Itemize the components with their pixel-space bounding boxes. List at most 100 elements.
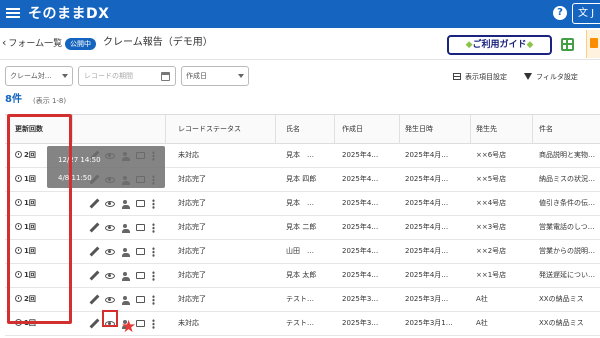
filter-icon — [524, 73, 532, 80]
cell-subject: 値引き条件の伝… — [539, 199, 595, 207]
assignee-icon[interactable] — [122, 296, 131, 305]
cell-status: 対応完了 — [178, 295, 206, 303]
guide-button[interactable]: ◆ご利用ガイド◆ — [447, 35, 552, 55]
category-select-value: クレーム対… — [10, 72, 52, 80]
column-divider — [165, 115, 166, 144]
table-row[interactable]: 2回 対応完了 テスト… 2025年3… 2025年3月… A社 XXの納品ミス — [5, 288, 600, 312]
col-created[interactable]: 作成日 — [342, 115, 363, 144]
help-icon[interactable]: ? — [553, 6, 567, 20]
view-icon[interactable] — [105, 273, 115, 279]
edit-icon[interactable] — [89, 223, 98, 232]
more-options-icon[interactable] — [152, 223, 155, 233]
more-options-icon[interactable] — [152, 247, 155, 257]
column-divider — [72, 115, 73, 144]
assignee-icon[interactable] — [122, 224, 131, 233]
table-row[interactable]: 1回 対応完了 見本 太郎 2025年4… 2025年4月… ××1号店 発送遅延につい… — [5, 264, 600, 288]
spreadsheet-icon[interactable] — [561, 38, 574, 51]
comment-icon[interactable] — [136, 296, 145, 303]
view-icon[interactable] — [105, 201, 115, 207]
cell-status: 対応完了 — [178, 199, 206, 207]
shield-icon: ◆ — [526, 40, 534, 50]
display-settings-button[interactable]: 表示項目設定 — [453, 72, 507, 82]
view-icon[interactable] — [105, 225, 115, 231]
col-subject[interactable]: 件名 — [539, 115, 553, 144]
edit-icon[interactable] — [89, 271, 98, 280]
app-bar: そのままDX ? 文 J — [0, 0, 600, 28]
record-count: 8件 — [5, 94, 22, 105]
back-link[interactable]: ‹ フォーム一覧 — [2, 37, 62, 50]
edit-icon[interactable] — [89, 199, 98, 208]
assignee-icon[interactable] — [122, 248, 131, 257]
cell-name: 見本 四郎 — [286, 175, 317, 183]
cell-status: 対応完了 — [178, 223, 206, 231]
assignee-icon[interactable] — [122, 200, 131, 209]
app-logo[interactable]: そのままDX — [28, 4, 109, 24]
comment-icon[interactable] — [136, 320, 145, 327]
cell-name: テスト… — [286, 319, 314, 327]
more-options-icon[interactable] — [152, 199, 155, 209]
guide-label: ご利用ガイド — [472, 40, 527, 50]
more-options-icon[interactable] — [152, 295, 155, 305]
filter-settings-button[interactable]: フィルタ設定 — [524, 72, 578, 82]
table-icon — [453, 73, 461, 80]
cell-subject: XXの納品ミス — [539, 295, 584, 303]
sort-select-value: 作成日 — [186, 72, 207, 80]
comment-icon[interactable] — [136, 200, 145, 207]
cell-location: ××2号店 — [476, 247, 507, 255]
cell-occurred: 2025年4月… — [405, 151, 449, 159]
star-marker: ★ — [121, 317, 137, 337]
cell-subject: 営業電話のしつ… — [539, 223, 595, 231]
edit-icon[interactable] — [89, 247, 98, 256]
cell-created: 2025年4… — [342, 247, 379, 255]
column-divider — [334, 115, 335, 144]
comment-icon[interactable] — [136, 272, 145, 279]
col-record-status[interactable]: レコードステータス — [178, 115, 241, 144]
category-select[interactable]: クレーム対… — [5, 66, 73, 86]
table-row[interactable]: 1回 対応完了 山田 … 2025年4… 2025年4月… ××2号店 営業からの説明… — [5, 240, 600, 264]
assignee-icon[interactable] — [122, 272, 131, 281]
more-options-icon[interactable] — [152, 271, 155, 281]
col-occurred-at[interactable]: 発生日時 — [405, 115, 433, 144]
view-icon[interactable] — [105, 297, 115, 303]
record-range: (表示 1-8) — [33, 97, 67, 105]
back-label: フォーム一覧 — [8, 39, 63, 49]
comment-icon[interactable] — [136, 224, 145, 231]
cell-name: 見本 太郎 — [286, 271, 317, 279]
cell-status: 対応完了 — [178, 247, 206, 255]
cell-name: 見本 二郎 — [286, 223, 317, 231]
comment-icon[interactable] — [136, 248, 145, 255]
filter-settings-label: フィルタ設定 — [536, 73, 578, 81]
cell-occurred: 2025年4月… — [405, 271, 449, 279]
cell-created: 2025年3… — [342, 319, 379, 327]
highlight-box-view-icon — [102, 310, 118, 327]
table-row[interactable]: 1回 未対応 テスト… 2025年3… 2025年3月1… A社 XXの納品ミス — [5, 312, 600, 336]
table-row[interactable]: 1回 対応完了 見本 二郎 2025年4… 2025年4月… ××3号店 営業電話のしつ… — [5, 216, 600, 240]
table-row[interactable]: 1回 対応完了 見本 … 2025年4… 2025年4月… ××4号店 値引き条件の伝… — [5, 192, 600, 216]
cell-occurred: 2025年4月… — [405, 247, 449, 255]
chevron-down-icon — [62, 74, 68, 78]
edit-icon[interactable] — [89, 319, 98, 328]
cell-subject: 営業からの説明… — [539, 247, 595, 255]
cell-created: 2025年4… — [342, 223, 379, 231]
cell-subject: 発送遅延につい… — [539, 271, 595, 279]
cell-location: ××5号店 — [476, 175, 507, 183]
date-range-input[interactable]: レコードの期間 — [78, 66, 176, 86]
col-name[interactable]: 氏名 — [286, 115, 300, 144]
col-location[interactable]: 発生先 — [476, 115, 497, 144]
row-actions — [89, 270, 161, 282]
side-tab[interactable] — [586, 30, 600, 58]
more-options-icon[interactable] — [152, 319, 155, 329]
view-icon[interactable] — [105, 249, 115, 255]
row-actions — [89, 294, 161, 306]
cell-occurred: 2025年3月1… — [405, 319, 453, 327]
edit-icon[interactable] — [89, 295, 98, 304]
row-actions — [89, 246, 161, 258]
cell-created: 2025年4… — [342, 151, 379, 159]
cell-name: テスト… — [286, 295, 314, 303]
cell-name: 見本 … — [286, 151, 314, 159]
cell-location: ××1号店 — [476, 271, 507, 279]
language-button[interactable]: 文 J — [572, 3, 600, 24]
cell-occurred: 2025年4月… — [405, 199, 449, 207]
sort-select[interactable]: 作成日 — [181, 66, 249, 86]
menu-icon[interactable] — [6, 6, 20, 20]
